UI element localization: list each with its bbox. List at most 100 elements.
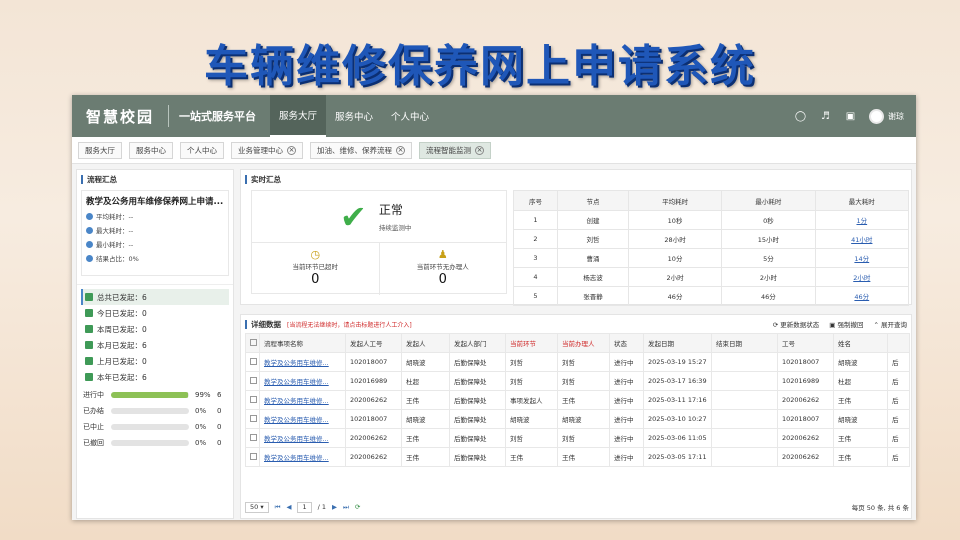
table-cell: 刘哲 bbox=[557, 352, 610, 372]
table-cell[interactable]: 教学及公务用车维修... bbox=[259, 409, 346, 429]
table-cell: 102016989 bbox=[345, 371, 402, 391]
progress-track bbox=[111, 408, 189, 414]
action-label: 展开查询 bbox=[881, 321, 907, 329]
table-row[interactable]: 教学及公务用车维修... 202006262 王伟 后勤保障处 刘哲 刘哲 进行中 2025-… bbox=[245, 428, 910, 448]
table-cell: 王伟 bbox=[401, 428, 450, 448]
close-icon[interactable]: × bbox=[287, 145, 296, 155]
table-cell[interactable]: 14分 bbox=[814, 248, 910, 268]
calendar-icon bbox=[85, 341, 93, 349]
tab-refuel-repair-flow[interactable]: 加油、维修、保养流程 × bbox=[310, 141, 412, 159]
process-link[interactable]: 教学及公务用车维修... bbox=[264, 397, 329, 405]
progress-track bbox=[111, 392, 189, 398]
last-page-button[interactable]: ⏭ bbox=[343, 503, 349, 512]
filter-today[interactable]: 今日已发起：0 bbox=[77, 305, 233, 321]
row-checkbox[interactable] bbox=[245, 352, 260, 372]
row-checkbox[interactable] bbox=[245, 428, 260, 448]
table-cell[interactable]: 教学及公务用车维修... bbox=[259, 352, 346, 372]
table-cell[interactable]: 教学及公务用车维修... bbox=[259, 428, 346, 448]
select-all-checkbox[interactable] bbox=[245, 333, 260, 353]
process-link[interactable]: 教学及公务用车维修... bbox=[264, 359, 329, 367]
table-row[interactable]: 教学及公务用车维修... 202006262 王伟 后勤保障处 王伟 王伟 进行中 2025-… bbox=[245, 447, 910, 467]
no-assignee-stat: ♟ 当前环节无办理人 0 bbox=[380, 243, 507, 295]
speaker-icon[interactable]: ♬ bbox=[819, 110, 832, 123]
page-size-select[interactable]: 50 ▾ bbox=[245, 501, 269, 513]
tab-personal-center[interactable]: 个人中心 bbox=[180, 141, 224, 159]
process-link[interactable]: 教学及公务用车维修... bbox=[264, 416, 329, 424]
nav-service-hall[interactable]: 服务大厅 bbox=[270, 95, 327, 137]
row-checkbox[interactable] bbox=[245, 371, 260, 391]
page-input[interactable]: 1 bbox=[297, 501, 312, 513]
table-cell[interactable]: 教学及公务用车维修... bbox=[259, 371, 346, 391]
table-cell: 4 bbox=[513, 267, 558, 287]
tab-label: 加油、维修、保养流程 bbox=[317, 145, 392, 155]
max-time-link[interactable]: 2小时 bbox=[853, 274, 870, 282]
table-cell[interactable]: 教学及公务用车维修... bbox=[259, 447, 346, 467]
table-cell: 后 bbox=[887, 428, 910, 448]
status-ok: ✔ 正常 持续监测中 bbox=[252, 191, 506, 243]
max-time-link[interactable]: 46分 bbox=[854, 293, 869, 301]
filter-last-month[interactable]: 上月已发起：0 bbox=[77, 353, 233, 369]
max-time-link[interactable]: 1分 bbox=[856, 217, 867, 225]
table-cell[interactable]: 2小时 bbox=[814, 267, 910, 287]
table-row[interactable]: 教学及公务用车维修... 202006262 王伟 后勤保障处 事项发起人 王伟 进行中 20… bbox=[245, 390, 910, 410]
filter-week[interactable]: 本周已发起：0 bbox=[77, 321, 233, 337]
table-cell[interactable]: 41小时 bbox=[814, 229, 910, 249]
nav-personal-center[interactable]: 个人中心 bbox=[382, 95, 438, 137]
tab-business-management[interactable]: 业务管理中心 × bbox=[231, 141, 303, 159]
bar-label: 已撤回 bbox=[83, 439, 104, 447]
next-page-button[interactable]: ▶ bbox=[332, 503, 337, 511]
row-checkbox[interactable] bbox=[245, 390, 260, 410]
process-link[interactable]: 教学及公务用车维修... bbox=[264, 435, 329, 443]
expand-search-button[interactable]: ⌃ 展开查询 bbox=[873, 319, 907, 329]
column-header: 节点 bbox=[557, 190, 629, 211]
shirt-icon[interactable]: ▣ bbox=[844, 110, 857, 123]
table-cell: 进行中 bbox=[609, 428, 644, 448]
bar-percent: 0% bbox=[195, 423, 207, 431]
table-cell: 刘哲 bbox=[505, 428, 558, 448]
bar-percent: 0% bbox=[195, 439, 207, 447]
refresh-icon[interactable]: ⟳ bbox=[355, 503, 360, 511]
refresh-status-button[interactable]: ⟳ 更新数据状态 bbox=[773, 319, 820, 329]
close-icon[interactable]: × bbox=[396, 145, 405, 155]
table-cell: 46分 bbox=[721, 286, 816, 306]
chat-icon[interactable]: ◯ bbox=[794, 110, 807, 123]
table-cell[interactable]: 46分 bbox=[814, 286, 910, 306]
row-checkbox[interactable] bbox=[245, 447, 260, 467]
table-cell: 2025-03-05 17:11 bbox=[643, 447, 712, 467]
tab-service-hall[interactable]: 服务大厅 bbox=[78, 141, 122, 159]
filter-label: 本年已发起：6 bbox=[97, 372, 147, 382]
table-row[interactable]: 教学及公务用车维修... 102018007 胡晓波 后勤保障处 刘哲 刘哲 进行中 2025… bbox=[245, 352, 910, 372]
node-timing-table: 序号 节点 平均耗时 最小耗时 最大耗时 1 创建 10秒 0秒 1分 2 刘哲 28小时 15… bbox=[513, 190, 910, 306]
table-row[interactable]: 教学及公务用车维修... 102016989 杜超 后勤保障处 刘哲 刘哲 进行中 2025-… bbox=[245, 371, 910, 391]
table-cell: 杨志波 bbox=[557, 267, 629, 287]
table-cell[interactable]: 教学及公务用车维修... bbox=[259, 390, 346, 410]
process-link[interactable]: 教学及公务用车维修... bbox=[264, 454, 329, 462]
max-time-link[interactable]: 41小时 bbox=[851, 236, 872, 244]
first-page-button[interactable]: ⏮ bbox=[275, 503, 281, 512]
table-cell: 10秒 bbox=[627, 210, 723, 230]
prev-page-button[interactable]: ◀ bbox=[286, 503, 291, 511]
process-link[interactable]: 教学及公务用车维修... bbox=[264, 378, 329, 386]
table-row[interactable]: 教学及公务用车维修... 102018007 胡晓波 后勤保障处 胡晓波 胡晓波 进行中 20… bbox=[245, 409, 910, 429]
table-cell: 2025-03-19 15:27 bbox=[643, 352, 712, 372]
table-cell: 后 bbox=[887, 409, 910, 429]
avatar[interactable] bbox=[869, 108, 884, 124]
filter-month[interactable]: 本月已发起：6 bbox=[77, 337, 233, 353]
pie-icon bbox=[86, 254, 93, 262]
force-withdraw-button[interactable]: ▣ 强制撤回 bbox=[829, 319, 863, 329]
nav-service-center[interactable]: 服务中心 bbox=[326, 95, 382, 137]
tab-service-center[interactable]: 服务中心 bbox=[129, 141, 173, 159]
tab-flow-monitor[interactable]: 流程智能监测 × bbox=[419, 141, 491, 159]
table-cell: 0秒 bbox=[721, 210, 816, 230]
row-checkbox[interactable] bbox=[245, 409, 260, 429]
table-cell: 王伟 bbox=[557, 390, 610, 410]
max-time-link[interactable]: 14分 bbox=[854, 255, 869, 263]
close-icon[interactable]: × bbox=[475, 145, 484, 155]
table-cell[interactable]: 1分 bbox=[814, 210, 910, 230]
filter-total[interactable]: 总共已发起：6 bbox=[81, 289, 229, 305]
user-name[interactable]: 谢琼 bbox=[888, 111, 904, 122]
table-cell: 46分 bbox=[627, 286, 723, 306]
table-cell: 刘哲 bbox=[505, 352, 558, 372]
filter-year[interactable]: 本年已发起：6 bbox=[77, 369, 233, 385]
detail-table: 流程事项名称 发起人工号 发起人 发起人部门 当前环节 当前办理人 状态 发起日期 结束日期 工号… bbox=[245, 333, 910, 467]
